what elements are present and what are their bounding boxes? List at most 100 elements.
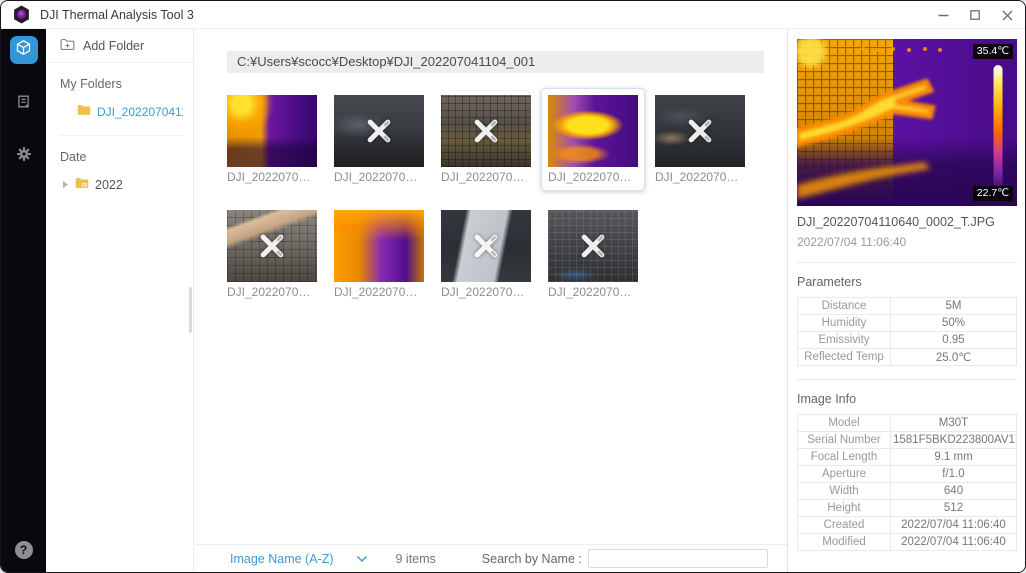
divider [797, 262, 1017, 263]
thumbnail-9[interactable]: DJI_2022070… [541, 203, 645, 306]
year-label: 2022 [95, 177, 123, 192]
no-edit-icon [334, 95, 424, 167]
row-value: 9.1 mm [890, 448, 1017, 466]
thumbnail-image[interactable] [227, 95, 317, 167]
sort-dropdown[interactable]: Image Name (A-Z) [230, 552, 334, 566]
row-label: Emissivity [797, 331, 891, 349]
nav-report[interactable] [10, 90, 38, 118]
thumbnail-4[interactable]: DJI_2022070… [541, 88, 645, 191]
max-temp-badge: 35.4℃ [972, 44, 1013, 59]
row-label: Created [797, 516, 891, 534]
thumbnail-6[interactable]: DJI_2022070… [220, 203, 324, 306]
row-label: Humidity [797, 314, 891, 332]
row-value: 2022/07/04 11:06:40 [890, 533, 1017, 551]
main-content: C:¥Users¥scocc¥Desktop¥DJI_202207041104_… [195, 29, 787, 572]
row-value: 50% [890, 314, 1017, 332]
report-icon [15, 93, 32, 115]
expand-arrow-icon[interactable] [62, 178, 69, 192]
row-label: Model [797, 414, 891, 432]
nav-rail: ? [1, 29, 46, 572]
row-value: 5M [890, 297, 1017, 315]
nav-thermal-library[interactable] [9, 36, 38, 64]
thumbnail-label: DJI_2022070… [227, 285, 311, 299]
close-button[interactable] [999, 7, 1015, 23]
row-label: Modified [797, 533, 891, 551]
row-label: Reflected Temp [797, 348, 891, 366]
table-row: Aperture f/1.0 [797, 465, 1017, 483]
temperature-scale-bar [993, 65, 1003, 187]
table-row: Focal Length 9.1 mm [797, 448, 1017, 466]
thumbnail-image[interactable] [441, 210, 531, 282]
row-label: Height [797, 499, 891, 517]
table-row: Model M30T [797, 414, 1017, 432]
thumbnail-image[interactable] [548, 210, 638, 282]
nav-settings[interactable] [10, 142, 38, 170]
thermal-preview-image [797, 39, 1017, 206]
thumbnail-2[interactable]: DJI_2022070… [327, 88, 431, 191]
thumbnail-label: DJI_2022070… [655, 170, 739, 184]
table-row: Distance 5M [797, 297, 1017, 315]
thumbnail-label: DJI_2022070… [227, 170, 311, 184]
row-value: 512 [890, 499, 1017, 517]
gear-icon [15, 145, 33, 168]
thumbnail-grid: DJI_2022070… DJI_2022070… DJI_2022070… DJI_… [220, 88, 781, 306]
thumbnail-image[interactable] [334, 210, 424, 282]
thumbnail-7[interactable]: DJI_2022070… [327, 203, 431, 306]
parameters-table: Distance 5M Humidity 50% Emissivity 0.95 Refle… [797, 297, 1017, 366]
no-edit-icon [227, 210, 317, 282]
sidebar-item-year[interactable]: 2022 [60, 177, 183, 192]
folder-item-label: DJI_20220704110… [97, 104, 183, 119]
help-button[interactable]: ? [14, 541, 33, 559]
row-value: f/1.0 [890, 465, 1017, 483]
thermal-preview: 35.4℃ 22.7℃ [797, 39, 1017, 206]
thumbnail-1[interactable]: DJI_2022070… [220, 88, 324, 191]
table-row: Width 640 [797, 482, 1017, 500]
parameters-title: Parameters [797, 275, 862, 289]
no-edit-icon [441, 210, 531, 282]
table-row: Created 2022/07/04 11:06:40 [797, 516, 1017, 534]
add-folder-label: Add Folder [83, 38, 145, 53]
divider [797, 379, 1017, 380]
my-folders-title: My Folders [60, 77, 122, 91]
thumbnail-5[interactable]: DJI_2022070… [648, 88, 752, 191]
cube-icon [15, 39, 32, 61]
folder-icon [77, 104, 91, 119]
search-input[interactable] [587, 549, 768, 568]
question-mark-icon: ? [19, 543, 28, 557]
image-info-table: Model M30T Serial Number 1581F5BKD223800AV1… [797, 414, 1017, 551]
row-value: 1581F5BKD223800AV17 [890, 431, 1017, 449]
thumbnail-8[interactable]: DJI_2022070… [434, 203, 538, 306]
thumbnail-image[interactable] [548, 95, 638, 167]
table-row: Emissivity 0.95 [797, 331, 1017, 349]
thumbnail-label: DJI_2022070… [334, 170, 418, 184]
current-path: C:¥Users¥scocc¥Desktop¥DJI_202207041104_… [227, 51, 764, 73]
thumbnail-image[interactable] [334, 95, 424, 167]
maximize-button[interactable] [967, 7, 983, 23]
window-controls [935, 1, 1015, 29]
scrollbar-thumb[interactable] [189, 287, 192, 333]
table-row: Height 512 [797, 499, 1017, 517]
sidebar-item-folder[interactable]: DJI_20220704110… [60, 104, 183, 119]
table-row: Serial Number 1581F5BKD223800AV17 [797, 431, 1017, 449]
table-row: Modified 2022/07/04 11:06:40 [797, 533, 1017, 551]
date-folder-icon [75, 177, 89, 192]
thumbnail-label: DJI_2022070… [548, 170, 632, 184]
chevron-down-icon[interactable] [356, 555, 368, 563]
no-edit-icon [441, 95, 531, 167]
row-label: Width [797, 482, 891, 500]
thumbnail-label: DJI_2022070… [548, 285, 632, 299]
row-value: M30T [890, 414, 1017, 432]
thumbnail-image[interactable] [227, 210, 317, 282]
window-title: DJI Thermal Analysis Tool 3 [40, 7, 194, 22]
folders-panel: Add Folder My Folders DJI_20220704110… D… [46, 29, 194, 572]
image-info-title: Image Info [797, 392, 857, 406]
thumbnail-image[interactable] [441, 95, 531, 167]
add-folder-button[interactable]: Add Folder [60, 29, 183, 62]
minimize-button[interactable] [935, 7, 951, 23]
no-edit-icon [548, 210, 638, 282]
app-logo-icon [13, 5, 30, 24]
thumbnail-image[interactable] [655, 95, 745, 167]
thumbnail-label: DJI_2022070… [441, 285, 525, 299]
thumbnail-3[interactable]: DJI_2022070… [434, 88, 538, 191]
footer-bar: Image Name (A-Z) 9 items Search by Name … [195, 544, 787, 572]
